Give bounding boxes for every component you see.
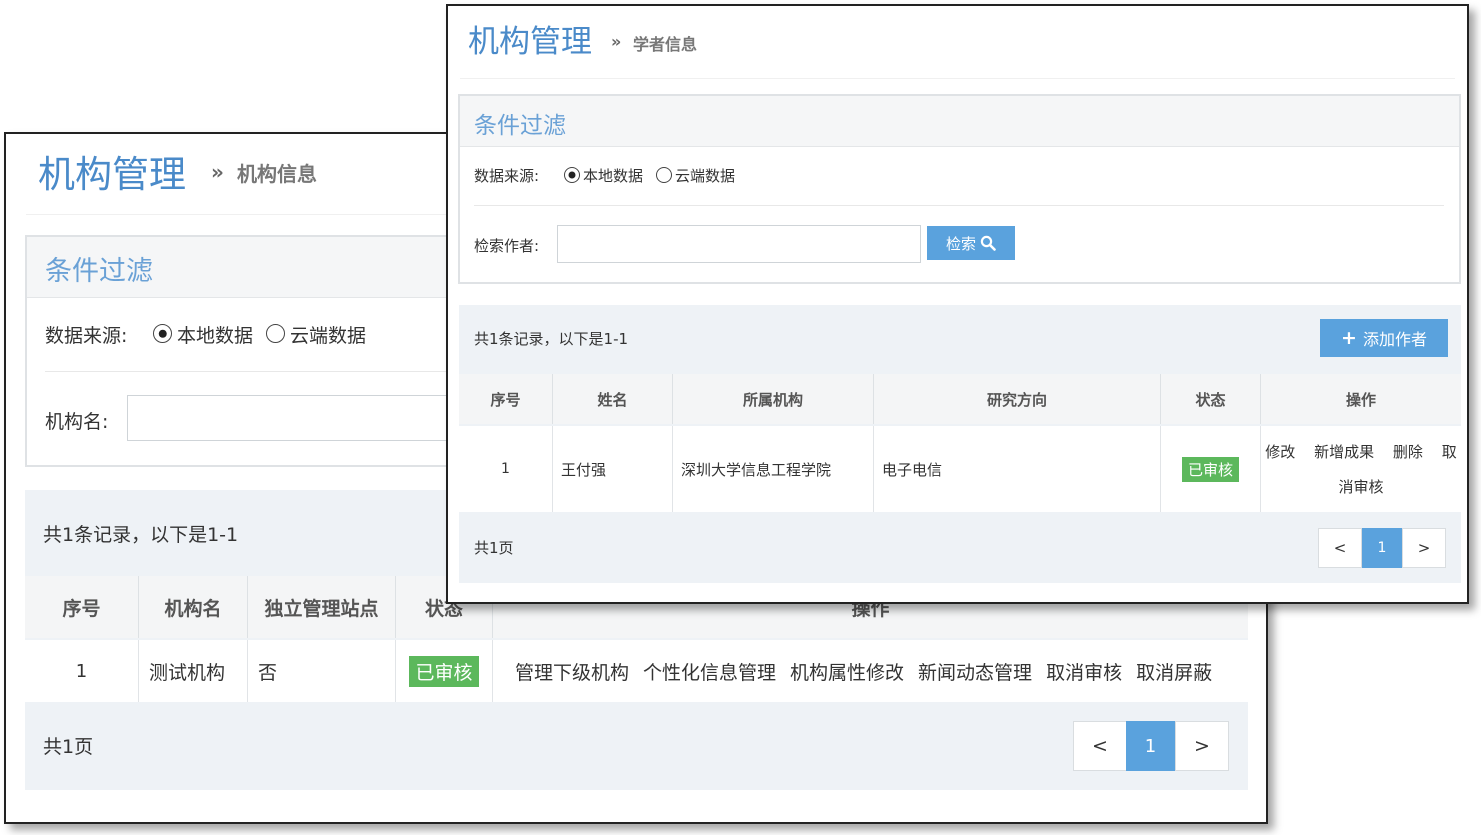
breadcrumb-separator: » (611, 32, 622, 51)
td-research-field: 电子电信 (874, 426, 1161, 512)
th-name: 姓名 (553, 374, 673, 424)
action-edit[interactable]: 修改 (1265, 443, 1295, 461)
data-source-label: 数据来源: (474, 167, 540, 185)
th-actions: 操作 (1261, 374, 1461, 424)
pages-total: 共1页 (43, 736, 94, 758)
filter-panel: 条件过滤 数据来源: 本地数据 云端数据 检索作者: 检索 (458, 94, 1461, 284)
pager-next[interactable]: > (1175, 721, 1229, 771)
filter-title: 条件过滤 (45, 256, 153, 287)
pager-prev[interactable]: < (1073, 721, 1127, 771)
radio-local-data[interactable] (153, 324, 172, 343)
pager-current[interactable]: 1 (1126, 721, 1175, 771)
td-actions: 修改 新增成果 删除 取 消审核 (1261, 426, 1461, 512)
filter-panel-header: 条件过滤 (460, 96, 1459, 147)
action-cancel-review[interactable]: 取消审核 (1046, 658, 1122, 685)
breadcrumb[interactable]: 学者信息 (633, 31, 697, 55)
search-button[interactable]: 检索 (927, 226, 1015, 260)
radio-local-data[interactable] (564, 167, 580, 183)
action-cancel-review-part1[interactable]: 取 (1442, 443, 1457, 461)
action-cancel-block[interactable]: 取消屏蔽 (1136, 658, 1212, 685)
pages-total: 共1页 (474, 539, 514, 557)
search-icon (980, 235, 996, 251)
td-org-name: 测试机构 (139, 640, 248, 702)
td-name: 王付强 (553, 426, 673, 512)
td-standalone-site: 否 (248, 640, 396, 702)
page-title: 机构管理 (468, 24, 592, 60)
th-research-field: 研究方向 (874, 374, 1161, 424)
th-index: 序号 (25, 576, 139, 638)
radio-cloud-label[interactable]: 云端数据 (290, 321, 366, 348)
filter-title: 条件过滤 (474, 113, 566, 139)
th-standalone-site: 独立管理站点 (248, 576, 396, 638)
action-cancel-review-part2[interactable]: 消审核 (1338, 476, 1383, 497)
data-source-label: 数据来源: (45, 325, 128, 347)
pager-prev[interactable]: < (1318, 528, 1362, 568)
radio-local-label[interactable]: 本地数据 (177, 321, 253, 348)
search-button-label: 检索 (945, 234, 976, 253)
header-divider (460, 78, 1455, 79)
th-index: 序号 (459, 374, 553, 424)
record-summary: 共1条记录，以下是1-1 (474, 330, 629, 348)
action-manage-sub-orgs[interactable]: 管理下级机构 (515, 658, 629, 685)
radio-cloud-data[interactable] (266, 324, 285, 343)
pager-current[interactable]: 1 (1362, 528, 1402, 568)
page-title: 机构管理 (38, 153, 186, 196)
breadcrumb-separator: » (211, 160, 224, 184)
td-status: 已审核 (1161, 426, 1261, 512)
add-author-button[interactable]: + 添加作者 (1320, 319, 1448, 357)
status-badge: 已审核 (409, 655, 479, 687)
plus-icon: + (1341, 327, 1357, 349)
filter-divider (474, 205, 1444, 206)
action-news-manage[interactable]: 新闻动态管理 (918, 658, 1032, 685)
td-actions: 管理下级机构 个性化信息管理 机构属性修改 新闻动态管理 取消审核 取消屏蔽 (493, 640, 1248, 702)
add-author-label: 添加作者 (1362, 330, 1427, 349)
front-window: 机构管理 » 学者信息 条件过滤 数据来源: 本地数据 云端数据 检索作者: 检… (446, 4, 1469, 604)
author-search-label: 检索作者: (474, 237, 540, 255)
actions-line-1: 修改 新增成果 删除 取 (1265, 441, 1456, 462)
result-list-area: 共1条记录，以下是1-1 + 添加作者 序号 姓名 所属机构 研究方向 状态 操… (459, 305, 1461, 583)
radio-cloud-data[interactable] (656, 167, 672, 183)
author-search-input[interactable] (557, 225, 921, 263)
radio-local-label[interactable]: 本地数据 (583, 165, 643, 186)
td-status: 已审核 (396, 640, 493, 702)
action-add-achievement[interactable]: 新增成果 (1314, 443, 1374, 461)
action-custom-info[interactable]: 个性化信息管理 (643, 658, 776, 685)
th-organization: 所属机构 (673, 374, 874, 424)
radio-cloud-label[interactable]: 云端数据 (675, 165, 735, 186)
td-index: 1 (25, 640, 139, 702)
th-status: 状态 (1161, 374, 1261, 424)
td-index: 1 (459, 426, 553, 512)
td-organization: 深圳大学信息工程学院 (673, 426, 874, 512)
record-summary: 共1条记录，以下是1-1 (43, 524, 239, 546)
action-edit-attributes[interactable]: 机构属性修改 (790, 658, 904, 685)
th-org-name: 机构名 (139, 576, 248, 638)
org-name-label: 机构名: (45, 411, 109, 433)
pager-next[interactable]: > (1402, 528, 1446, 568)
breadcrumb[interactable]: 机构信息 (237, 158, 317, 187)
status-badge: 已审核 (1181, 456, 1239, 482)
action-delete[interactable]: 删除 (1393, 443, 1423, 461)
